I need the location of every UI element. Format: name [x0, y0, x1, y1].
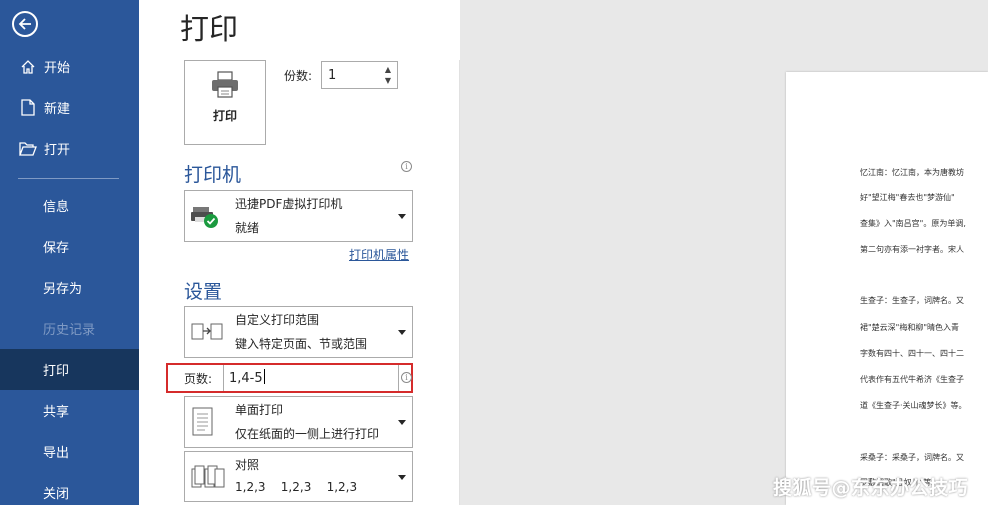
preview-line: 查集》入"南吕宫"。原为单调, — [860, 219, 966, 228]
chevron-down-icon — [398, 475, 406, 480]
sidebar-item-label: 关闭 — [43, 487, 70, 502]
sidebar-item-export[interactable]: 导出 — [0, 431, 139, 472]
sidebar-item-label: 开始 — [44, 61, 71, 76]
printer-name: 迅捷PDF虚拟打印机 — [235, 197, 343, 211]
sidebar-item-open[interactable]: 打开 — [0, 128, 139, 169]
preview-line: 第二句亦有添一衬字者。宋人 — [860, 245, 964, 254]
sidebar-item-label: 信息 — [43, 200, 70, 215]
collate-subtitle: 1,2,3 1,2,3 1,2,3 — [235, 480, 358, 494]
spin-buttons[interactable]: ▲ ▼ — [381, 64, 395, 86]
new-document-icon — [19, 99, 37, 117]
sidebar-item-label: 打印 — [43, 364, 70, 379]
panel-divider — [459, 60, 460, 505]
pages-row: 页数: 1,4-5 i — [166, 363, 413, 393]
preview-line: 字数有四十、四十一、四十二 — [860, 349, 964, 358]
copies-value: 1 — [328, 68, 337, 83]
copies-label: 份数: — [284, 69, 313, 83]
printer-properties-link[interactable]: 打印机属性 — [349, 246, 409, 263]
sides-title: 单面打印 — [235, 403, 284, 417]
copies-stepper[interactable]: 1 ▲ ▼ — [321, 61, 398, 89]
preview-line: 裙"楚云深"梅和柳"晴色入青 — [860, 323, 960, 332]
sidebar-item-label: 另存为 — [43, 282, 83, 297]
preview-line: 道《生查子·关山魂梦长》等。 — [860, 401, 967, 410]
collate-select[interactable]: 对照 1,2,3 1,2,3 1,2,3 — [184, 451, 413, 502]
settings-heading: 设置 — [184, 281, 223, 303]
preview-line: 忆江南：忆江南，本为唐教坊 — [860, 168, 964, 177]
sidebar-item-label: 导出 — [43, 446, 70, 461]
sidebar-item-print[interactable]: 打印 — [0, 349, 139, 390]
preview-line: 生查子：生查子，词牌名。又 — [860, 296, 964, 305]
page-title: 打印 — [180, 12, 239, 46]
sidebar-item-label: 打开 — [44, 143, 71, 158]
sidebar-item-label: 保存 — [43, 241, 70, 256]
printer-ready-icon — [191, 205, 221, 233]
sidebar-item-save[interactable]: 保存 — [0, 226, 139, 267]
folder-open-icon — [19, 140, 37, 158]
printer-status: 就绪 — [235, 221, 260, 235]
preview-line: 好"望江梅"春去也"梦游仙" — [860, 193, 955, 202]
home-icon — [19, 58, 37, 76]
preview-line: 代表作有五代牛希济《生查子 — [860, 375, 964, 384]
preview-line: 采桑子：采桑子，词牌名。又 — [860, 453, 964, 462]
sidebar-divider — [18, 178, 119, 179]
print-range-select[interactable]: 自定义打印范围 键入特定页面、节或范围 — [184, 306, 413, 358]
sides-subtitle: 仅在纸面的一侧上进行打印 — [235, 427, 380, 441]
backstage-sidebar: 开始 新建 打开 信息 保存 另存为 历史记录 打印 共享 导出 关闭 — [0, 0, 139, 505]
pages-value: 1,4-5 — [229, 371, 263, 386]
sidebar-item-label: 历史记录 — [43, 323, 96, 338]
sidebar-item-share[interactable]: 共享 — [0, 390, 139, 431]
sidebar-item-label: 新建 — [44, 102, 71, 117]
sidebar-item-close[interactable]: 关闭 — [0, 472, 139, 505]
back-arrow-icon[interactable] — [12, 11, 38, 37]
info-icon[interactable]: i — [401, 372, 412, 383]
chevron-down-icon — [398, 420, 406, 425]
sidebar-item-new[interactable]: 新建 — [0, 87, 139, 128]
preview-page: 忆江南：忆江南，本为唐教坊 好"望江梅"春去也"梦游仙" 查集》入"南吕宫"。原… — [786, 72, 988, 505]
print-button[interactable]: 打印 — [184, 60, 266, 145]
chevron-down-icon — [398, 330, 406, 335]
sidebar-item-history: 历史记录 — [0, 308, 139, 349]
pages-input[interactable]: 1,4-5 — [223, 365, 399, 391]
collate-title: 对照 — [235, 458, 260, 472]
print-button-label: 打印 — [212, 109, 237, 123]
sides-select[interactable]: 单面打印 仅在纸面的一侧上进行打印 — [184, 396, 413, 448]
print-range-subtitle: 键入特定页面、节或范围 — [235, 337, 368, 351]
sidebar-item-home[interactable]: 开始 — [0, 46, 139, 87]
info-icon[interactable]: i — [401, 161, 412, 172]
sidebar-item-label: 共享 — [43, 405, 70, 420]
one-sided-icon — [191, 407, 215, 441]
print-range-title: 自定义打印范围 — [235, 313, 320, 327]
sidebar-item-save-as[interactable]: 另存为 — [0, 267, 139, 308]
watermark: 搜狐号@东东办公技巧 — [773, 477, 969, 499]
custom-range-icon — [191, 321, 223, 347]
pages-label: 页数: — [184, 372, 213, 386]
printer-icon — [212, 71, 238, 98]
printer-select[interactable]: 迅捷PDF虚拟打印机 就绪 — [184, 190, 413, 242]
sidebar-item-info[interactable]: 信息 — [0, 185, 139, 226]
collate-icon — [191, 464, 225, 494]
printer-heading: 打印机 — [184, 164, 242, 186]
chevron-down-icon — [398, 214, 406, 219]
